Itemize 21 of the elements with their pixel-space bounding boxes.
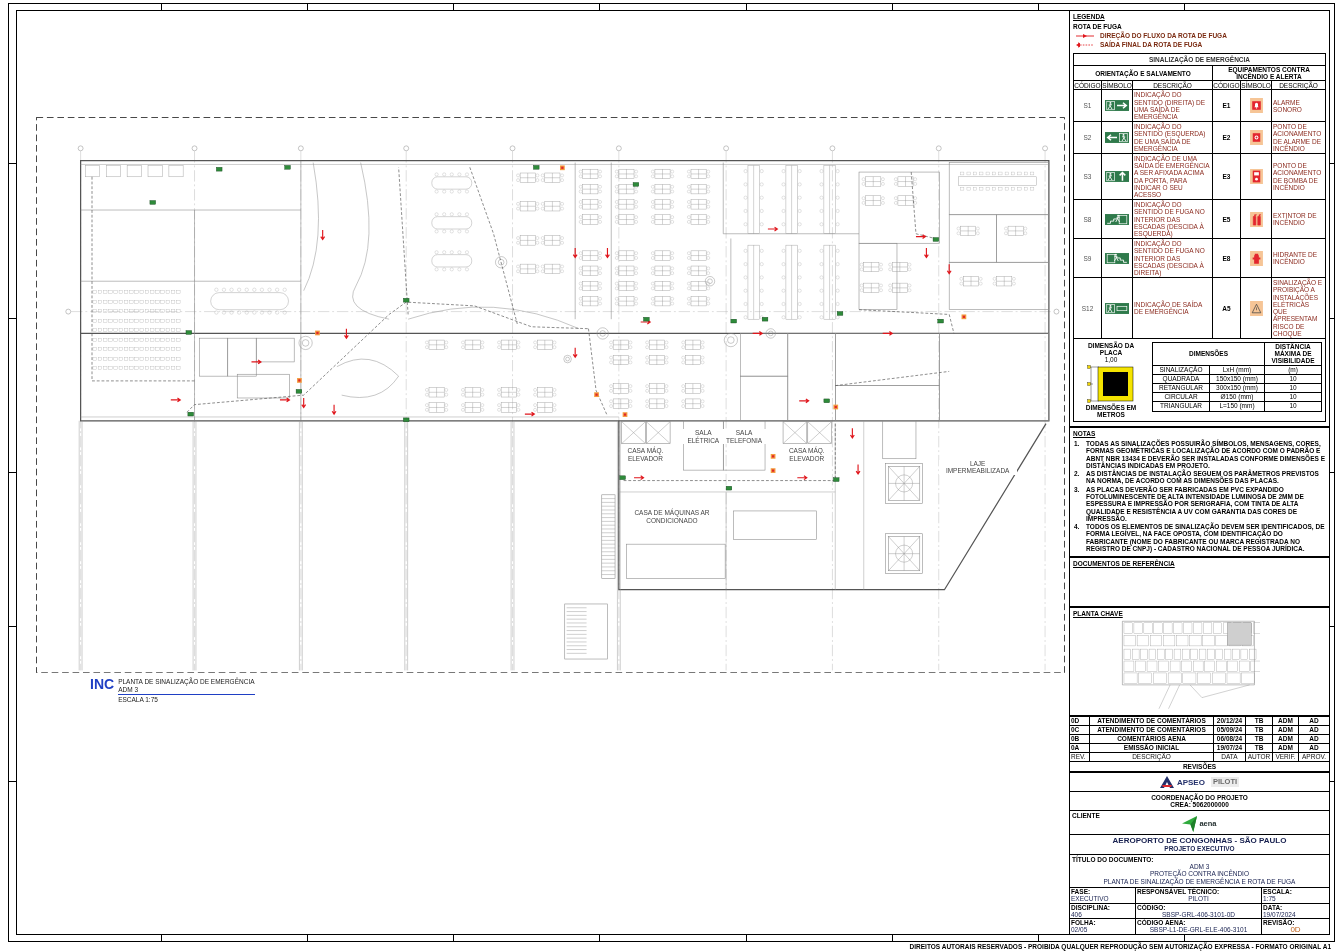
project-name: AEROPORTO DE CONGONHAS - SÃO PAULO: [1112, 836, 1287, 845]
plate-dimension-drawing: [1087, 364, 1135, 403]
warning-triangle-icon: [1249, 300, 1263, 316]
exit-sign-icon: [1105, 213, 1129, 225]
alarm-bell-icon: [1249, 98, 1263, 114]
fire-extinguisher-icon: [1249, 211, 1263, 227]
alarm-panel-icon: [1249, 169, 1263, 185]
alarm-button-icon: [1249, 130, 1263, 146]
client-logo-icon: [1182, 816, 1198, 832]
company-logo: APSEO: [1176, 777, 1205, 787]
drawing-code: INC: [90, 677, 115, 693]
hydrant-icon: [1249, 250, 1263, 266]
exit-sign-icon: [1105, 100, 1129, 112]
exit-sign-icon: [1105, 302, 1129, 314]
route-arrow-icon: [1076, 33, 1094, 39]
exit-sign-icon: [1105, 171, 1129, 183]
company-logo-icon: [1159, 776, 1174, 788]
exit-sign-icon: [1105, 252, 1129, 264]
dashed-route-arrow-icon: [1076, 42, 1094, 48]
exit-sign-icon: [1105, 132, 1129, 144]
field-value: 0D: [1290, 926, 1301, 934]
